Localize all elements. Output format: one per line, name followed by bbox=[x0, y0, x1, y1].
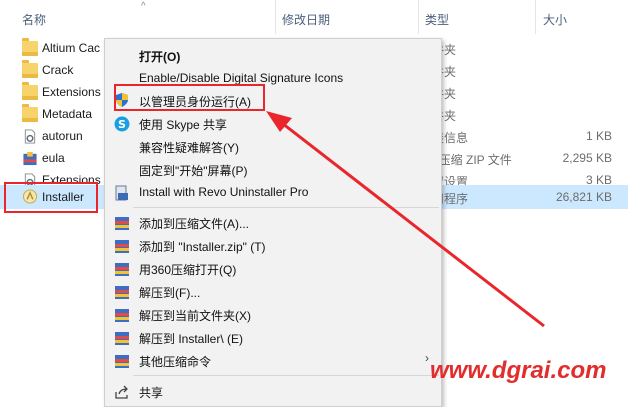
column-divider[interactable] bbox=[535, 0, 536, 34]
winrar-icon bbox=[115, 355, 129, 368]
file-size: 1 KB bbox=[585, 129, 612, 143]
revo-uninstaller-icon bbox=[115, 185, 128, 201]
skype-icon: S bbox=[114, 116, 130, 132]
column-divider[interactable] bbox=[418, 0, 419, 34]
winrar-icon bbox=[115, 217, 129, 230]
zip-file-icon bbox=[23, 151, 37, 166]
file-name: Crack bbox=[42, 63, 74, 77]
column-size[interactable]: 大小 bbox=[543, 11, 567, 28]
file-name: autorun bbox=[42, 129, 83, 143]
winrar-icon bbox=[115, 332, 129, 345]
file-name: eula bbox=[42, 151, 65, 165]
column-name[interactable]: 名称 bbox=[22, 11, 46, 28]
menu-item-extract-here[interactable]: 解压到当前文件夹(X) bbox=[139, 307, 251, 324]
file-name: Metadata bbox=[42, 107, 93, 121]
winrar-icon bbox=[115, 309, 129, 322]
column-date-modified[interactable]: 修改日期 bbox=[282, 11, 330, 28]
menu-item-open-360[interactable]: 用360压缩打开(Q) bbox=[139, 261, 236, 278]
folder-icon bbox=[22, 82, 38, 100]
column-divider[interactable] bbox=[275, 0, 276, 34]
sort-ascending-icon: ^ bbox=[141, 1, 146, 12]
menu-separator bbox=[133, 375, 439, 376]
column-type[interactable]: 类型 bbox=[425, 11, 449, 28]
file-type: 0压缩 ZIP 文件 bbox=[432, 153, 512, 167]
file-name: Extensions bbox=[42, 85, 101, 99]
share-icon bbox=[115, 385, 128, 399]
menu-item-revo[interactable]: Install with Revo Uninstaller Pro bbox=[139, 185, 308, 199]
menu-item-pin-start[interactable]: 固定到"开始"屏幕(P) bbox=[139, 162, 248, 179]
menu-item-signature[interactable]: Enable/Disable Digital Signature Icons bbox=[139, 71, 343, 85]
column-header: ^ 名称 修改日期 类型 大小 bbox=[0, 0, 628, 34]
menu-item-more-compress[interactable]: 其他压缩命令 bbox=[139, 353, 211, 370]
winrar-icon bbox=[115, 263, 129, 276]
settings-file-icon bbox=[24, 129, 36, 144]
menu-item-skype-share[interactable]: 使用 Skype 共享 bbox=[139, 116, 227, 133]
file-size: 26,821 KB bbox=[555, 190, 612, 204]
folder-icon bbox=[22, 104, 38, 122]
watermark: www.dgrai.com bbox=[430, 357, 607, 384]
highlight-box-run-as-admin bbox=[114, 84, 265, 111]
file-name: Altium Cac bbox=[42, 41, 101, 55]
folder-icon bbox=[22, 60, 38, 78]
svg-text:S: S bbox=[118, 118, 126, 131]
menu-separator bbox=[133, 207, 439, 208]
highlight-box-installer bbox=[4, 182, 98, 213]
menu-item-compatibility[interactable]: 兼容性疑难解答(Y) bbox=[139, 139, 239, 156]
menu-item-add-archive[interactable]: 添加到压缩文件(A)... bbox=[139, 215, 249, 232]
menu-item-add-zip[interactable]: 添加到 "Installer.zip" (T) bbox=[139, 238, 266, 255]
menu-item-extract-folder[interactable]: 解压到 Installer\ (E) bbox=[139, 330, 243, 347]
folder-icon bbox=[22, 38, 38, 56]
menu-item-extract-to[interactable]: 解压到(F)... bbox=[139, 284, 200, 301]
submenu-arrow-icon: › bbox=[425, 351, 429, 365]
menu-item-open[interactable]: 打开(O) bbox=[139, 48, 180, 65]
winrar-icon bbox=[115, 286, 129, 299]
winrar-icon bbox=[115, 240, 129, 253]
menu-item-share[interactable]: 共享 bbox=[139, 384, 163, 401]
file-size: 2,295 KB bbox=[562, 151, 612, 165]
